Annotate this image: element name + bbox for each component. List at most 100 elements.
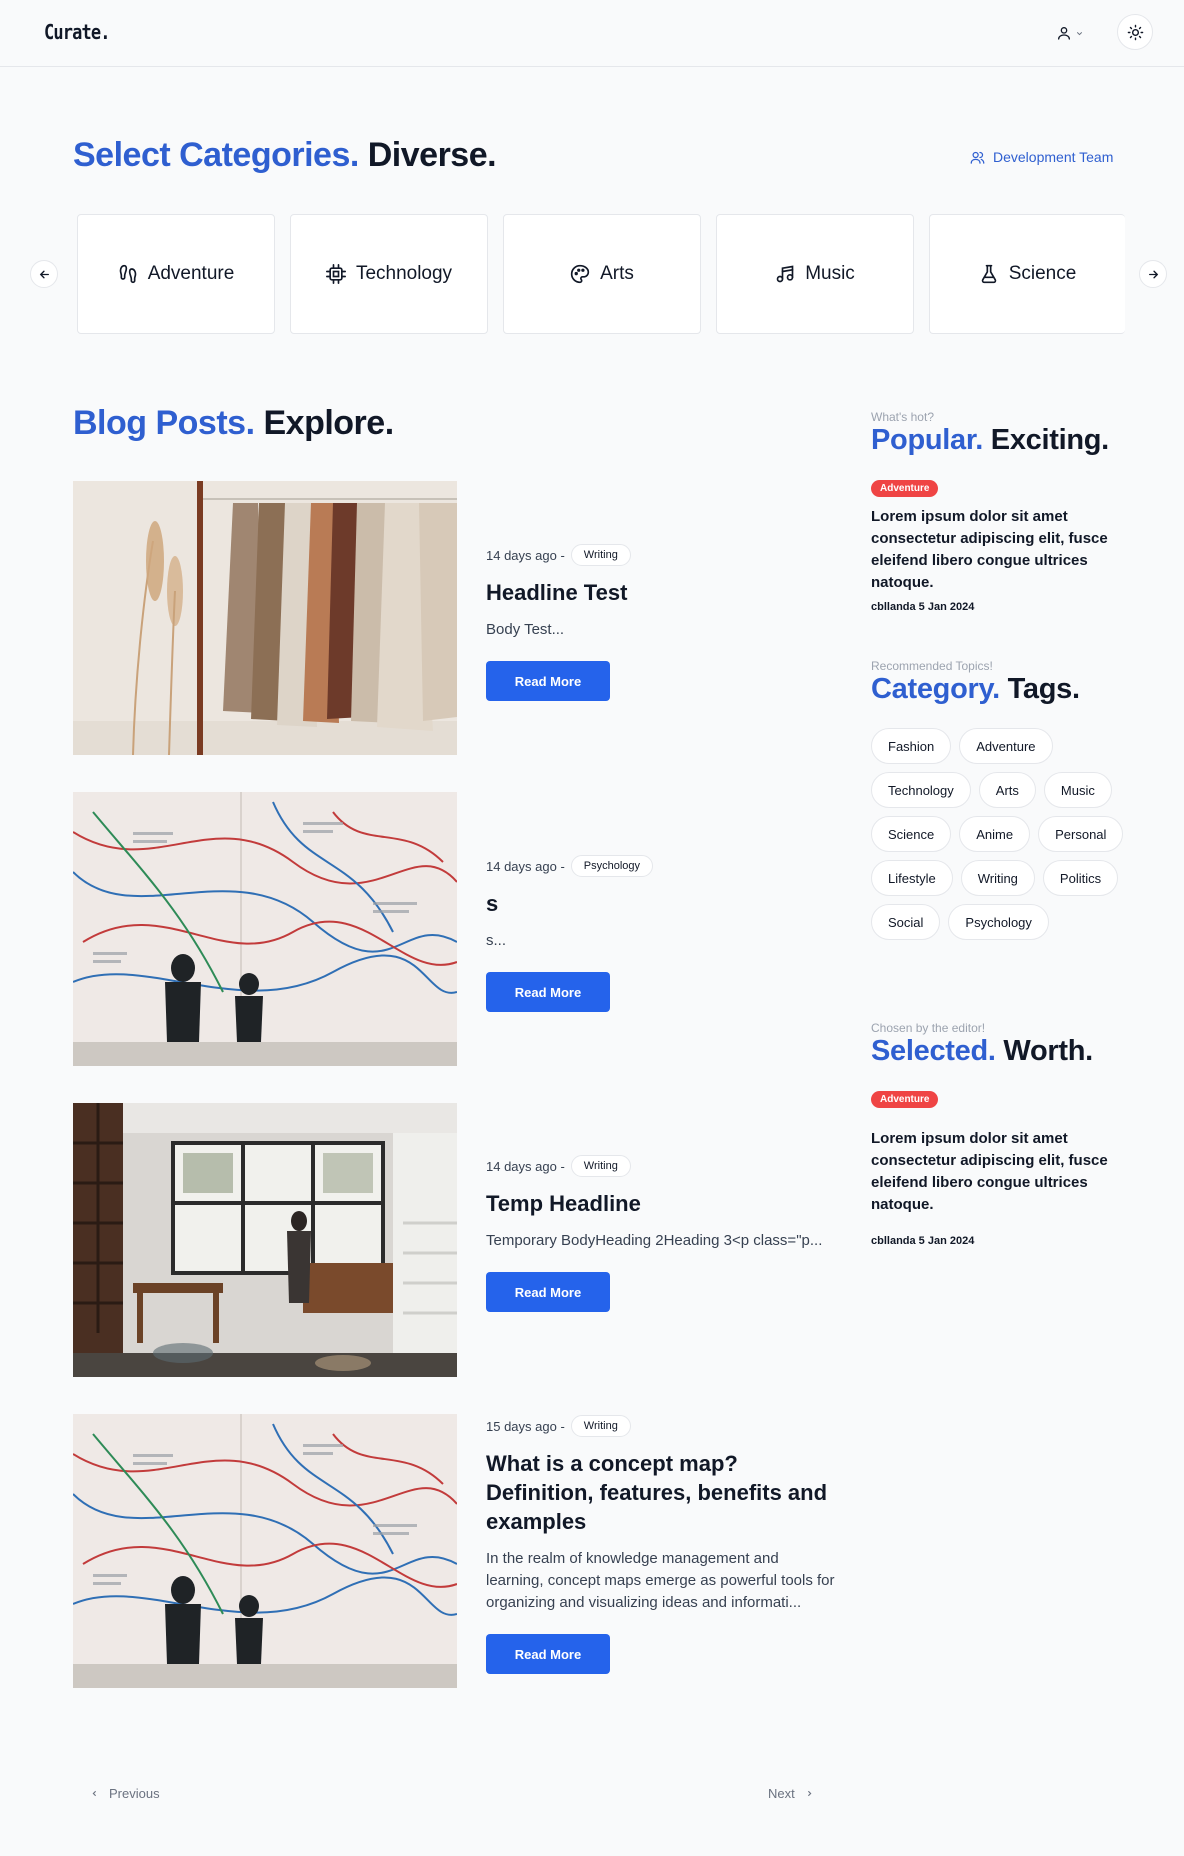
topics-kicker: Recommended Topics! [871,659,993,673]
site-logo[interactable]: Curate. [44,20,111,44]
chevron-down-icon [1076,31,1083,35]
popular-category-badge[interactable]: Adventure [871,480,939,497]
user-icon [1058,27,1070,40]
topics-heading-accent: Category. [871,673,1000,705]
category-card-music[interactable]: Music [716,214,914,334]
read-more-button[interactable]: Read More [486,661,610,701]
carousel-prev-button[interactable] [30,260,58,288]
theme-toggle-button[interactable] [1117,14,1153,50]
tag-lifestyle[interactable]: Lifestyle [871,860,953,896]
category-label: Arts [600,263,634,284]
post-excerpt: Body Test... [486,621,565,638]
post-tag[interactable]: Writing [570,1155,631,1177]
post-excerpt: s... [486,932,507,949]
post-meta: 14 days ago - Writing [486,1155,836,1177]
category-card-adventure[interactable]: Adventure [77,214,275,334]
category-label: Music [805,263,855,284]
tag-technology[interactable]: Technology [871,772,971,808]
tag-social[interactable]: Social [871,904,941,940]
tag-politics[interactable]: Politics [1042,860,1119,896]
category-label: Science [1008,263,1077,284]
category-label: Technology [355,263,453,284]
post-thumbnail-concept-map[interactable] [73,792,457,1066]
post-title[interactable]: s [486,889,836,918]
post-tag[interactable]: Writing [570,1415,631,1437]
post-title[interactable]: Temp Headline [486,1189,836,1218]
popular-heading-rest: Exciting. [990,424,1109,456]
development-team-link[interactable]: Development Team [970,149,1113,165]
blog-heading-rest: Explore. [263,404,394,442]
tag-arts[interactable]: Arts [978,772,1036,808]
post-tag[interactable]: Psychology [570,855,654,877]
post-title[interactable]: Headline Test [486,578,836,607]
read-more-button[interactable]: Read More [486,1272,610,1312]
category-tags: Fashion Adventure Technology Arts Music … [871,728,1141,940]
post-thumbnail-interior[interactable] [73,1103,457,1377]
pagination-previous-label: Previous [109,1786,160,1801]
editor-heading: Selected. Worth. [871,1035,1093,1068]
user-menu-button[interactable] [1056,22,1092,44]
category-card-science[interactable]: Science [929,214,1125,334]
post-excerpt: Temporary BodyHeading 2Heading 3<p class… [486,1232,823,1249]
post-card: 14 days ago - Writing Temp Headline Temp… [486,1155,836,1312]
category-label: Adventure [147,263,235,284]
post-time: 14 days ago - [486,858,565,874]
popular-heading: Popular. Exciting. [871,424,1109,457]
sun-icon [1127,24,1143,40]
post-excerpt: In the realm of knowledge management and… [486,1550,835,1611]
pagination-next-label: Next [768,1786,795,1801]
pagination-previous-button[interactable]: Previous [90,1786,160,1801]
editor-post-text[interactable]: Lorem ipsum dolor sit amet consectetur a… [871,1128,1121,1216]
editor-heading-rest: Worth. [1003,1035,1093,1067]
music-icon [776,265,794,283]
category-card-arts[interactable]: Arts [503,214,701,334]
post-card: 14 days ago - Psychology s s... Read Mor… [486,855,836,1012]
tag-anime[interactable]: Anime [959,816,1031,852]
post-meta: 14 days ago - Psychology [486,855,836,877]
categories-heading-accent: Select Categories. [73,136,359,174]
category-card-technology[interactable]: Technology [290,214,488,334]
popular-heading-accent: Popular. [871,424,984,456]
editor-heading-accent: Selected. [871,1035,996,1067]
post-card: 14 days ago - Writing Headline Test Body… [486,544,836,701]
tag-science[interactable]: Science [871,816,952,852]
popular-kicker: What's hot? [871,410,934,424]
post-tag[interactable]: Writing [570,544,631,566]
blog-heading-accent: Blog Posts. [73,404,255,442]
popular-post-text[interactable]: Lorem ipsum dolor sit amet consectetur a… [871,506,1121,594]
tag-personal[interactable]: Personal [1038,816,1124,852]
post-thumbnail-clothing[interactable] [73,481,457,755]
tag-fashion[interactable]: Fashion [871,728,952,764]
post-time: 14 days ago - [486,547,565,563]
categories-heading: Select Categories. Diverse. [73,136,497,175]
post-thumbnail-concept-map[interactable] [73,1414,457,1688]
flask-icon [981,264,996,284]
palette-icon [571,264,590,284]
read-more-button[interactable]: Read More [486,1634,610,1674]
editor-post-meta: cbllanda 5 Jan 2024 [871,1235,975,1247]
pagination-next-button[interactable]: Next [768,1786,814,1801]
post-meta: 14 days ago - Writing [486,544,836,566]
read-more-button[interactable]: Read More [486,972,610,1012]
tag-adventure[interactable]: Adventure [959,728,1053,764]
editor-kicker: Chosen by the editor! [871,1021,986,1035]
tag-writing[interactable]: Writing [960,860,1035,896]
tag-psychology[interactable]: Psychology [948,904,1049,940]
post-time: 14 days ago - [486,1158,565,1174]
topics-heading: Category. Tags. [871,673,1080,706]
tag-music[interactable]: Music [1043,772,1112,808]
users-icon [970,151,985,164]
topics-heading-rest: Tags. [1007,673,1080,705]
chevron-right-icon [807,1790,812,1797]
popular-post-meta: cbllanda 5 Jan 2024 [871,601,975,613]
arrow-right-icon [1148,270,1158,278]
arrow-left-icon [39,270,49,278]
post-title[interactable]: What is a concept map? Definition, featu… [486,1449,836,1536]
post-card: 15 days ago - Writing What is a concept … [486,1415,836,1674]
top-navbar: Curate. [0,0,1184,67]
carousel-next-button[interactable] [1139,260,1167,288]
categories-heading-rest: Diverse. [367,136,497,174]
blog-posts-heading: Blog Posts. Explore. [73,404,394,443]
post-meta: 15 days ago - Writing [486,1415,836,1437]
editor-category-badge[interactable]: Adventure [871,1091,939,1108]
